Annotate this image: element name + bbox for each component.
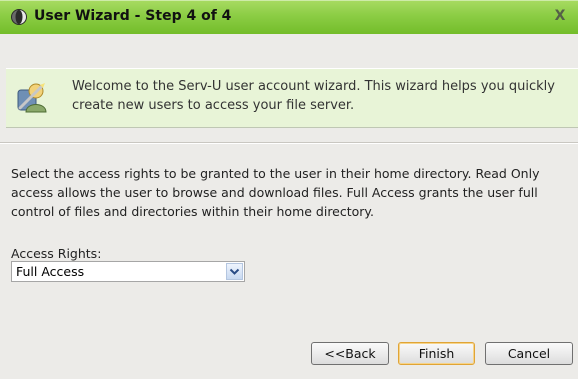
- access-rights-description: Select the access rights to be granted t…: [11, 164, 578, 221]
- cancel-button[interactable]: Cancel: [485, 342, 573, 365]
- serv-u-logo-icon: [11, 9, 27, 25]
- description-line: Select the access rights to be granted t…: [11, 166, 540, 181]
- title-bar[interactable]: User Wizard - Step 4 of 4 X: [0, 0, 578, 34]
- close-button[interactable]: X: [549, 6, 571, 26]
- access-rights-select[interactable]: Full Access: [11, 261, 245, 282]
- wizard-banner: Welcome to the Serv-U user account wizar…: [6, 68, 578, 127]
- user-wizard-icon: [17, 83, 47, 113]
- description-line: control of files and directories within …: [11, 204, 375, 219]
- back-button[interactable]: <<Back: [311, 342, 389, 365]
- chevron-down-icon[interactable]: [226, 263, 243, 280]
- access-rights-label: Access Rights:: [11, 246, 102, 261]
- finish-button[interactable]: Finish: [398, 342, 475, 365]
- banner-text: Welcome to the Serv-U user account wizar…: [72, 79, 555, 113]
- separator: [0, 142, 578, 144]
- window-title: User Wizard - Step 4 of 4: [34, 8, 232, 24]
- description-line: access allows the user to browse and dow…: [11, 185, 538, 200]
- access-rights-selected-value: Full Access: [16, 264, 85, 279]
